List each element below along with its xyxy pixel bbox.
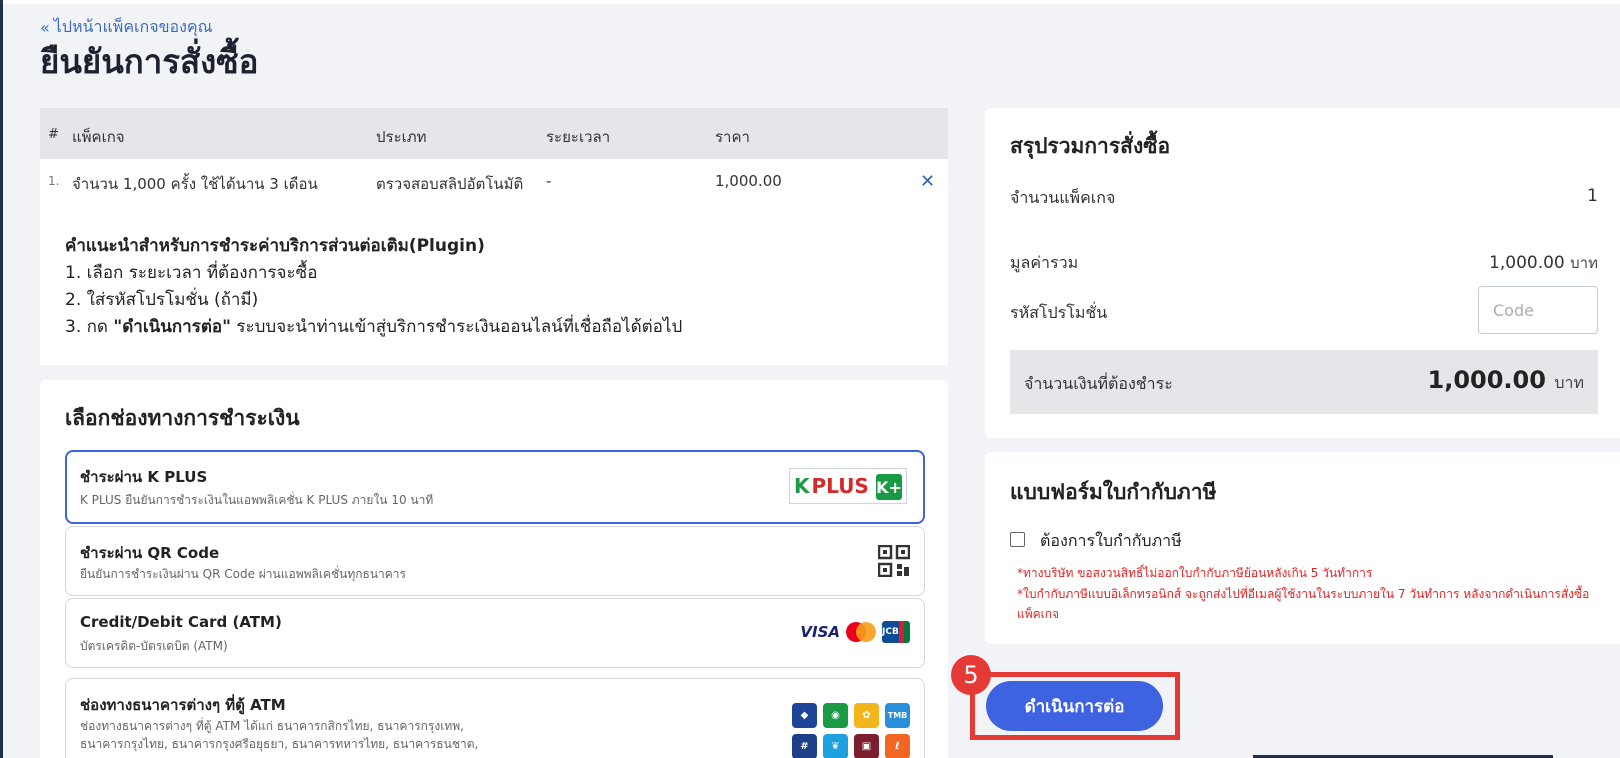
column-header-price: ราคา	[715, 128, 750, 146]
top-bar	[3, 0, 1620, 4]
instruction-step-1: 1. เลือก ระยะเวลา ที่ต้องการจะซื้อ	[65, 263, 318, 283]
currency-unit: บาท	[1554, 373, 1584, 392]
kasikorn-bank-icon: ◉	[823, 703, 848, 728]
payment-option-atm[interactable]: ช่องทางธนาคารต่างๆ ที่ตู้ ATM ช่องทางธนา…	[65, 678, 925, 758]
continue-button[interactable]: ดำเนินการต่อ	[986, 681, 1163, 731]
kplus-logo-plus: PLUS	[811, 474, 869, 498]
instruction-step-3-prefix: 3. กด	[65, 317, 114, 337]
kplus-logo-box: K+	[876, 474, 902, 500]
tax-note-2: *ใบกำกับภาษีแบบอิเล็กทรอนิกส์ จะถูกส่งไป…	[1017, 587, 1590, 621]
page: « ไปหน้าแพ็คเกจของคุณ ยืนยันการสั่งซื้อ …	[0, 0, 1620, 758]
card-logos: VISA JCB	[800, 621, 910, 643]
instruction-step-2: 2. ใส่รหัสโปรโมชั่น (ถ้ามี)	[65, 290, 259, 310]
payment-title: เลือกช่องทางการชำระเงิน	[65, 406, 300, 430]
column-header-index: #	[48, 127, 59, 142]
row-package: จำนวน 1,000 ครั้ง ใช้ได้นาน 3 เดือน	[72, 175, 318, 193]
column-header-type: ประเภท	[376, 128, 427, 146]
bank-logos: ◆ ◉ ✿ TMB # ❦ ▣ ℓ	[792, 703, 910, 758]
option-desc: ช่องทางธนาคารต่างๆ ที่ตู้ ATM ได้แก่ ธนา…	[80, 717, 478, 753]
krungsri-bank-icon: ✿	[854, 703, 879, 728]
option-desc: K PLUS ยืนยันการชำระเงินในแอพพลิเคชั่น K…	[80, 493, 434, 507]
thanachart-bank-icon: ℓ	[885, 734, 910, 758]
option-desc-line-1: ช่องทางธนาคารต่างๆ ที่ตู้ ATM ได้แก่ ธนา…	[80, 719, 464, 733]
amount-due-value: 1,000.00 บาท	[1428, 366, 1584, 396]
promo-label: รหัสโปรโมชั่น	[1010, 303, 1108, 322]
total-value: 1,000.00 บาท	[1489, 251, 1598, 275]
option-title: ชำระผ่าน QR Code	[80, 544, 220, 562]
instruction-step-3: 3. กด "ดำเนินการต่อ" ระบบจะนำท่านเข้าสู่…	[65, 314, 682, 341]
instruction-step-3-bold: "ดำเนินการต่อ"	[113, 317, 231, 337]
option-title: ช่องทางธนาคารต่างๆ ที่ตู้ ATM	[80, 696, 286, 714]
ktb-bank-icon: #	[792, 734, 817, 758]
row-duration: -	[546, 172, 552, 190]
row-price: 1,000.00	[715, 172, 782, 190]
page-title: ยืนยันการสั่งซื้อ	[40, 42, 259, 81]
kplus-logo: K PLUS K+	[789, 468, 907, 504]
option-title: Credit/Debit Card (ATM)	[80, 613, 282, 631]
option-desc-line-2: ธนาคารกรุงไทย, ธนาคารกรุงศรีอยุธยา, ธนาค…	[80, 737, 479, 751]
summary-title: สรุปรวมการสั่งซื้อ	[1010, 134, 1171, 158]
payment-option-kplus[interactable]: ชำระผ่าน K PLUS K PLUS ยืนยันการชำระเงิน…	[65, 450, 925, 524]
instruction-step-3-suffix: ระบบจะนำท่านเข้าสู่บริการชำระเงินออนไลน์…	[230, 317, 683, 337]
visa-logo: VISA	[800, 623, 840, 641]
jcb-logo: JCB	[882, 621, 910, 643]
remove-package-close-icon[interactable]: ✕	[920, 171, 935, 192]
amount-due-box: จำนวนเงินที่ต้องชำระ 1,000.00 บาท	[1010, 350, 1598, 414]
tax-invoice-checkbox-label[interactable]: ต้องการใบกำกับภาษี	[1040, 529, 1182, 554]
column-header-duration: ระยะเวลา	[546, 128, 611, 146]
instructions: คำแนะนำสำหรับการชำระค่าบริการส่วนต่อเติม…	[65, 233, 682, 341]
scb-bank-icon: ▣	[854, 734, 879, 758]
total-value-amount: 1,000.00	[1489, 253, 1565, 273]
amount-due-label: จำนวนเงินที่ต้องชำระ	[1024, 374, 1173, 393]
instructions-heading: คำแนะนำสำหรับการชำระค่าบริการส่วนต่อเติม…	[65, 236, 485, 256]
option-desc: ยืนยันการชำระเงินผ่าน QR Code ผ่านแอพพลิ…	[80, 567, 406, 581]
total-value-label: มูลค่ารวม	[1010, 253, 1079, 272]
option-desc: บัตรเครดิต-บัตรเดบิต (ATM)	[80, 639, 228, 653]
krungthai-bank-icon: ❦	[823, 734, 848, 758]
payment-option-card[interactable]: Credit/Debit Card (ATM) บัตรเครดิต-บัตรเ…	[65, 598, 925, 668]
bangkok-bank-icon: ◆	[792, 703, 817, 728]
tax-invoice-checkbox[interactable]	[1010, 532, 1025, 547]
column-header-package: แพ็คเกจ	[72, 128, 125, 146]
option-title: ชำระผ่าน K PLUS	[80, 468, 208, 486]
kplus-logo-k: K	[794, 474, 810, 498]
package-count-value: 1	[1587, 186, 1598, 206]
amount-due-amount: 1,000.00	[1427, 366, 1546, 394]
order-summary-card: สรุปรวมการสั่งซื้อ จำนวนแพ็คเกจ 1 มูลค่า…	[985, 108, 1620, 438]
payment-channel-card: เลือกช่องทางการชำระเงิน ชำระผ่าน K PLUS …	[40, 380, 948, 758]
tmb-bank-icon: TMB	[885, 703, 910, 728]
table-header: # แพ็คเกจ ประเภท ระยะเวลา ราคา	[40, 108, 948, 159]
table-row: 1. จำนวน 1,000 ครั้ง ใช้ได้นาน 3 เดือน ต…	[40, 159, 948, 201]
mastercard-logo	[846, 622, 876, 642]
package-count-label: จำนวนแพ็คเกจ	[1010, 188, 1116, 207]
currency-unit: บาท	[1570, 254, 1598, 272]
tax-invoice-title: แบบฟอร์มใบกำกับภาษี	[1010, 480, 1217, 504]
row-index: 1.	[48, 174, 60, 188]
tax-invoice-card: แบบฟอร์มใบกำกับภาษี ต้องการใบกำกับภาษี *…	[985, 452, 1620, 644]
row-type: ตรวจสอบสลิปอัตโนมัติ	[376, 175, 524, 193]
promo-code-input[interactable]	[1478, 286, 1598, 334]
qr-code-icon	[878, 545, 910, 577]
tax-note-1: *ทางบริษัท ขอสงวนสิทธิ์ไม่ออกใบกำกับภาษี…	[1017, 566, 1373, 580]
step-badge: 5	[951, 655, 991, 695]
package-table-card: # แพ็คเกจ ประเภท ระยะเวลา ราคา 1. จำนวน …	[40, 108, 948, 365]
payment-option-qr[interactable]: ชำระผ่าน QR Code ยืนยันการชำระเงินผ่าน Q…	[65, 526, 925, 596]
